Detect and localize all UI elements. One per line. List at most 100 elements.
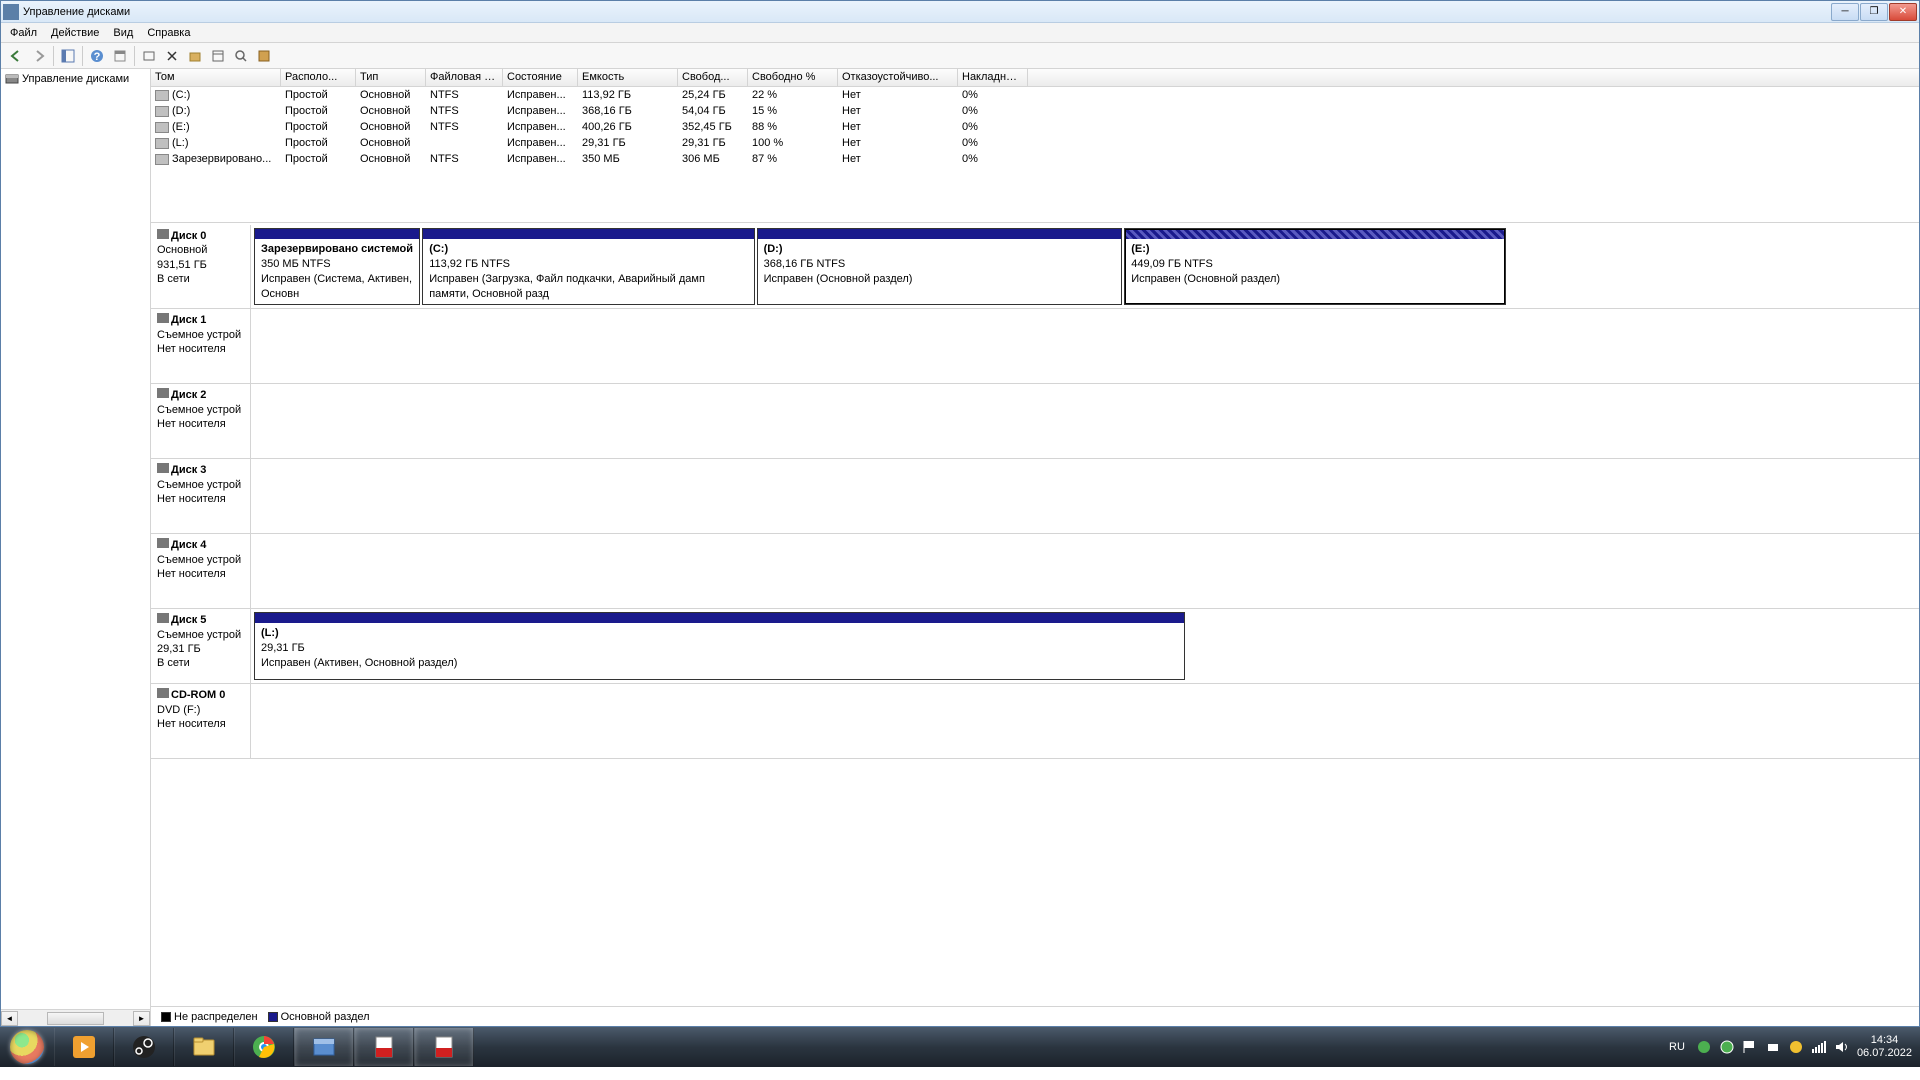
taskbar-clock[interactable]: 14:34 06.07.2022	[1857, 1034, 1912, 1060]
maximize-button[interactable]: ❐	[1860, 3, 1888, 21]
action-button[interactable]	[207, 45, 229, 67]
disk-row: Диск 1Съемное устройНет носителя	[151, 309, 1919, 384]
refresh-button[interactable]	[138, 45, 160, 67]
legend-primary-swatch	[268, 1012, 278, 1022]
menu-action[interactable]: Действие	[44, 25, 106, 41]
disk-label[interactable]: CD-ROM 0DVD (F:)Нет носителя	[151, 684, 251, 758]
close-button[interactable]: ✕	[1889, 3, 1917, 21]
drive-icon	[155, 90, 169, 101]
toolbar: ?	[1, 43, 1919, 69]
scroll-left-button[interactable]: ◄	[1, 1011, 18, 1026]
partition[interactable]: (C:)113,92 ГБ NTFSИсправен (Загрузка, Фа…	[422, 228, 754, 305]
properties-button[interactable]	[184, 45, 206, 67]
taskbar-app-steam[interactable]	[114, 1028, 174, 1066]
partition[interactable]: Зарезервировано системой350 МБ NTFSИспра…	[254, 228, 420, 305]
taskbar-app-pdf2[interactable]	[414, 1028, 474, 1066]
disk-label[interactable]: Диск 5Съемное устрой29,31 ГБВ сети	[151, 609, 251, 683]
volume-list-header: Том Располо... Тип Файловая с... Состоян…	[151, 69, 1919, 87]
partition[interactable]: (E:)449,09 ГБ NTFSИсправен (Основной раз…	[1124, 228, 1506, 305]
disk-row: Диск 2Съемное устройНет носителя	[151, 384, 1919, 459]
tray-icon-1[interactable]	[1696, 1039, 1712, 1055]
tray-volume-icon[interactable]	[1834, 1039, 1850, 1055]
disk-row: Диск 5Съемное устрой29,31 ГБВ сети(L:)29…	[151, 609, 1919, 684]
disk-label[interactable]: Диск 4Съемное устройНет носителя	[151, 534, 251, 608]
drive-icon	[155, 138, 169, 149]
clock-time: 14:34	[1857, 1034, 1912, 1047]
header-volume[interactable]: Том	[151, 69, 281, 86]
scroll-thumb[interactable]	[47, 1012, 105, 1025]
tray-flag-icon[interactable]	[1742, 1039, 1758, 1055]
volume-row[interactable]: (L:)ПростойОсновнойИсправен...29,31 ГБ29…	[151, 135, 1919, 151]
help-button[interactable]: ?	[86, 45, 108, 67]
disk-row: CD-ROM 0DVD (F:)Нет носителя	[151, 684, 1919, 759]
start-button[interactable]	[0, 1027, 54, 1067]
menubar: Файл Действие Вид Справка	[1, 23, 1919, 43]
console-tree: Управление дисками ◄ ►	[1, 69, 151, 1026]
header-overhead[interactable]: Накладны...	[958, 69, 1028, 86]
back-button[interactable]	[5, 45, 27, 67]
header-type[interactable]: Тип	[356, 69, 426, 86]
system-tray: RU 14:34 06.07.2022	[1665, 1034, 1916, 1060]
disk-label[interactable]: Диск 2Съемное устройНет носителя	[151, 384, 251, 458]
volume-row[interactable]: (D:)ПростойОсновнойNTFSИсправен...368,16…	[151, 103, 1919, 119]
tray-icon-2[interactable]	[1719, 1039, 1735, 1055]
disk-management-window: Управление дисками ─ ❐ ✕ Файл Действие В…	[0, 0, 1920, 1027]
disk-label[interactable]: Диск 0Основной931,51 ГБВ сети	[151, 225, 251, 308]
taskbar-app-diskmgmt[interactable]	[294, 1028, 354, 1066]
taskbar[interactable]: RU 14:34 06.07.2022	[0, 1027, 1920, 1067]
volume-row[interactable]: (C:)ПростойОсновнойNTFSИсправен...113,92…	[151, 87, 1919, 103]
header-filesystem[interactable]: Файловая с...	[426, 69, 503, 86]
app-icon	[3, 4, 19, 20]
partition[interactable]: (L:)29,31 ГБИсправен (Активен, Основной …	[254, 612, 1185, 680]
disk-label[interactable]: Диск 1Съемное устройНет носителя	[151, 309, 251, 383]
window-title: Управление дисками	[23, 6, 1831, 18]
volume-row[interactable]: Зарезервировано...ПростойОсновнойNTFSИсп…	[151, 151, 1919, 167]
tree-root-label: Управление дисками	[22, 73, 129, 85]
taskbar-app-explorer[interactable]	[174, 1028, 234, 1066]
volume-row[interactable]: (E:)ПростойОсновнойNTFSИсправен...400,26…	[151, 119, 1919, 135]
header-free[interactable]: Свобод...	[678, 69, 748, 86]
disk-graphical-view: Диск 0Основной931,51 ГБВ сетиЗарезервиро…	[151, 223, 1919, 1006]
legend-primary-label: Основной раздел	[281, 1011, 370, 1023]
disk-row: Диск 0Основной931,51 ГБВ сетиЗарезервиро…	[151, 225, 1919, 309]
tree-horizontal-scrollbar[interactable]: ◄ ►	[1, 1009, 150, 1026]
menu-file[interactable]: Файл	[3, 25, 44, 41]
menu-view[interactable]: Вид	[106, 25, 140, 41]
forward-button[interactable]	[28, 45, 50, 67]
disk-icon	[157, 388, 169, 398]
header-free-pct[interactable]: Свободно %	[748, 69, 838, 86]
scroll-right-button[interactable]: ►	[133, 1011, 150, 1026]
titlebar[interactable]: Управление дисками ─ ❐ ✕	[1, 1, 1919, 23]
legend: Не распределен Основной раздел	[151, 1006, 1919, 1026]
taskbar-app-pdf1[interactable]	[354, 1028, 414, 1066]
tree-root-item[interactable]: Управление дисками	[1, 69, 150, 89]
delete-button[interactable]	[161, 45, 183, 67]
partition[interactable]: (D:)368,16 ГБ NTFSИсправен (Основной раз…	[757, 228, 1123, 305]
tray-network-icon[interactable]	[1811, 1039, 1827, 1055]
settings-button[interactable]	[109, 45, 131, 67]
header-capacity[interactable]: Емкость	[578, 69, 678, 86]
disk-label[interactable]: Диск 3Съемное устройНет носителя	[151, 459, 251, 533]
tray-icon-4[interactable]	[1788, 1039, 1804, 1055]
disk-mgmt-icon	[5, 72, 19, 86]
disk-icon	[157, 688, 169, 698]
taskbar-app-chrome[interactable]	[234, 1028, 294, 1066]
disk-icon	[157, 463, 169, 473]
extra-button[interactable]	[253, 45, 275, 67]
find-button[interactable]	[230, 45, 252, 67]
disk-icon	[157, 229, 169, 239]
header-status[interactable]: Состояние	[503, 69, 578, 86]
windows-orb-icon	[10, 1030, 44, 1064]
legend-unallocated-label: Не распределен	[174, 1011, 258, 1023]
taskbar-app-mediaplayer[interactable]	[54, 1028, 114, 1066]
language-indicator[interactable]: RU	[1665, 1039, 1689, 1055]
volume-list: Том Располо... Тип Файловая с... Состоян…	[151, 69, 1919, 223]
disk-row: Диск 3Съемное устройНет носителя	[151, 459, 1919, 534]
disk-icon	[157, 313, 169, 323]
header-fault[interactable]: Отказоустойчиво...	[838, 69, 958, 86]
tray-icon-3[interactable]	[1765, 1039, 1781, 1055]
minimize-button[interactable]: ─	[1831, 3, 1859, 21]
header-layout[interactable]: Располо...	[281, 69, 356, 86]
menu-help[interactable]: Справка	[140, 25, 197, 41]
show-hide-tree-button[interactable]	[57, 45, 79, 67]
